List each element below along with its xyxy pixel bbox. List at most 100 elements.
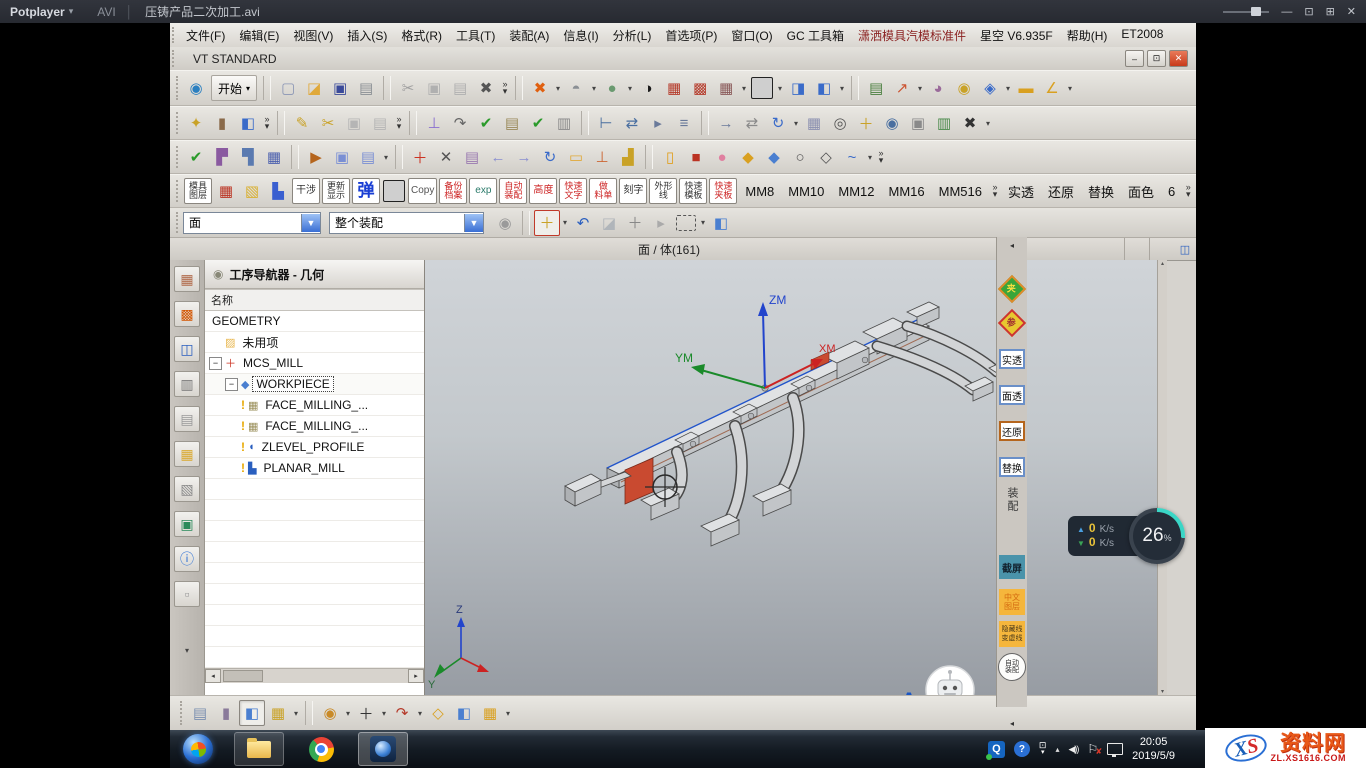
part-restore-button[interactable]: ⊡ (1147, 50, 1166, 67)
info-tab-icon[interactable]: ⓘ (174, 546, 200, 572)
start-orb-button[interactable] (183, 734, 213, 764)
dropdown-arrow[interactable]: ▾ (291, 709, 301, 718)
approve-icon[interactable]: ✔ (183, 144, 209, 170)
mill-head-icon[interactable]: ▟ (615, 144, 641, 170)
doc-note-icon[interactable]: ▤ (355, 144, 381, 170)
delete-icon[interactable]: ✖ (473, 75, 499, 101)
scroll-down-icon[interactable]: ▾ (1161, 688, 1164, 695)
shop-doc-icon[interactable]: ✔ (525, 110, 551, 136)
dropdown-arrow[interactable]: ▾ (698, 218, 708, 227)
mm16-label[interactable]: MM16 (882, 184, 932, 199)
optimize-icon[interactable]: ≡ (671, 110, 697, 136)
mm12-label[interactable]: MM12 (831, 184, 881, 199)
menu-item[interactable]: 首选项(P) (658, 25, 724, 46)
replace-button[interactable]: 替换 (999, 457, 1025, 477)
assembly-navigator-tab-icon[interactable]: ◫ (174, 336, 200, 362)
dimension-x-icon[interactable]: ✕ (433, 144, 459, 170)
tray-network-icon[interactable] (1107, 743, 1123, 755)
dropdown-arrow[interactable]: ▾ (1065, 84, 1075, 93)
copy-icon[interactable]: ▣ (421, 75, 447, 101)
create-geometry-icon[interactable]: ◧ (235, 110, 261, 136)
gold-cube-icon[interactable]: ▧ (239, 178, 265, 204)
wizard-icon[interactable]: ▣ (329, 144, 355, 170)
ring-icon[interactable]: ○ (787, 144, 813, 170)
quick-clamp-button[interactable]: 快速夹板 (709, 178, 737, 204)
tree-row-label[interactable]: 未用项 (239, 334, 281, 351)
menu-item[interactable]: GC 工具箱 (780, 25, 851, 46)
dropdown-arrow[interactable]: ▾ (343, 709, 353, 718)
menu-item[interactable]: 帮助(H) (1060, 25, 1115, 46)
web-browser-tab-icon[interactable]: ▣ (174, 511, 200, 537)
type-filter-combobox[interactable]: 面 ▼ (183, 212, 321, 234)
expander-icon[interactable]: − (225, 378, 238, 391)
tree-row-label[interactable]: ZLEVEL_PROFILE (259, 440, 368, 454)
tray-restore-icon[interactable]: ⊡▾ (1039, 741, 1047, 757)
signpost-icon[interactable]: ▶ (303, 144, 329, 170)
transform-icon[interactable]: → (713, 110, 739, 136)
auto-assembly-button[interactable]: 自动装配 (499, 178, 527, 204)
blue-part-icon[interactable]: ◆ (761, 144, 787, 170)
player-menu-arrow-icon[interactable]: ▾ (69, 6, 74, 17)
lock-icon[interactable]: ▣ (905, 110, 931, 136)
back-arrow-icon[interactable]: ← (485, 144, 511, 170)
interference-button[interactable]: 干涉 (292, 178, 320, 204)
numbered-tool-icon[interactable]: ▦ (801, 110, 827, 136)
solid-transparent-label[interactable]: 实透 (1001, 182, 1041, 201)
feeds-icon[interactable]: ▸ (645, 110, 671, 136)
wireframe-cube3-icon[interactable]: ▦ (713, 75, 739, 101)
ruler-icon[interactable]: ▬ (1013, 75, 1039, 101)
update-display-button[interactable]: 更新显示 (322, 178, 350, 204)
overflow-chevron[interactable]: »▾ (393, 116, 405, 130)
rotate-view-icon[interactable]: ↻ (537, 144, 563, 170)
save-icon[interactable]: ▣ (327, 75, 353, 101)
note-list-icon[interactable]: ▤ (459, 144, 485, 170)
gold-part-icon[interactable]: ◆ (735, 144, 761, 170)
taskbar-chrome-button[interactable] (296, 732, 346, 766)
tree-horizontal-scrollbar[interactable]: ◂ ▸ (205, 668, 424, 683)
combo-arrow-icon[interactable]: ▼ (464, 214, 483, 232)
material-list-button[interactable]: 做料单 (589, 178, 617, 204)
clip-section2-icon[interactable]: ◧ (811, 75, 837, 101)
param-diamond-icon[interactable]: 参 (997, 313, 1027, 333)
machine-sim-icon[interactable]: ⊢ (593, 110, 619, 136)
tray-q-icon[interactable]: Q (988, 741, 1005, 758)
tree-row-label[interactable]: MCS_MILL (240, 356, 306, 370)
tree-row-label[interactable]: PLANAR_MILL (260, 461, 347, 475)
binoculars2-icon[interactable]: ◎ (827, 110, 853, 136)
menu-item[interactable]: 信息(I) (556, 25, 605, 46)
hand-view-icon[interactable]: ◕ (925, 75, 951, 101)
tree-row-label[interactable]: WORKPIECE (253, 377, 332, 391)
palette-icon[interactable]: ◉ (951, 75, 977, 101)
player-restore-button[interactable]: ⊡ (1304, 5, 1313, 18)
tree-row[interactable]: −◆WORKPIECE (205, 374, 424, 395)
machining-tab-icon[interactable]: ▩ (174, 301, 200, 327)
dropdown-arrow[interactable]: ▾ (915, 84, 925, 93)
menu-item[interactable]: 视图(V) (286, 25, 340, 46)
copy-button[interactable]: Copy (408, 178, 437, 204)
generate-toolpath-icon[interactable]: ⊥ (421, 110, 447, 136)
start-menu-button[interactable]: 开始▾ (211, 75, 257, 101)
mirror-icon[interactable]: ⇄ (739, 110, 765, 136)
display-mode-icon[interactable]: ◓ (563, 75, 589, 101)
overflow-chevron[interactable]: »▾ (261, 116, 273, 130)
overflow-chevron[interactable]: »▾ (989, 184, 1001, 198)
scope-combobox[interactable]: 整个装配 ▼ (329, 212, 484, 234)
taskbar-nx-button[interactable] (358, 732, 408, 766)
hd3d-tab-icon[interactable]: ▧ (174, 476, 200, 502)
geometry-view-icon[interactable]: ◧ (239, 700, 265, 726)
blue-hook-icon[interactable]: ▙ (265, 178, 291, 204)
height-button[interactable]: 高度 (529, 178, 557, 204)
search-icon[interactable]: ◉ (879, 110, 905, 136)
add-plus-icon[interactable]: ＋ (853, 110, 879, 136)
paste-object-icon[interactable]: ▤ (367, 110, 393, 136)
menu-item[interactable]: 编辑(E) (232, 25, 286, 46)
player-minimize-button[interactable]: — (1281, 6, 1292, 18)
outline-button[interactable]: 外形线 (649, 178, 677, 204)
history-tab-icon[interactable]: ▫ (174, 581, 200, 607)
face-transparent-button[interactable]: 面透 (999, 385, 1025, 405)
window-display-icon[interactable]: ✖ (527, 75, 553, 101)
solid-transparent-button[interactable]: 实透 (999, 349, 1025, 369)
menu-item[interactable]: 潇洒模具汽模标准件 (851, 25, 973, 46)
tray-help-icon[interactable]: ? (1014, 741, 1030, 757)
menu-item[interactable]: 装配(A) (502, 25, 556, 46)
